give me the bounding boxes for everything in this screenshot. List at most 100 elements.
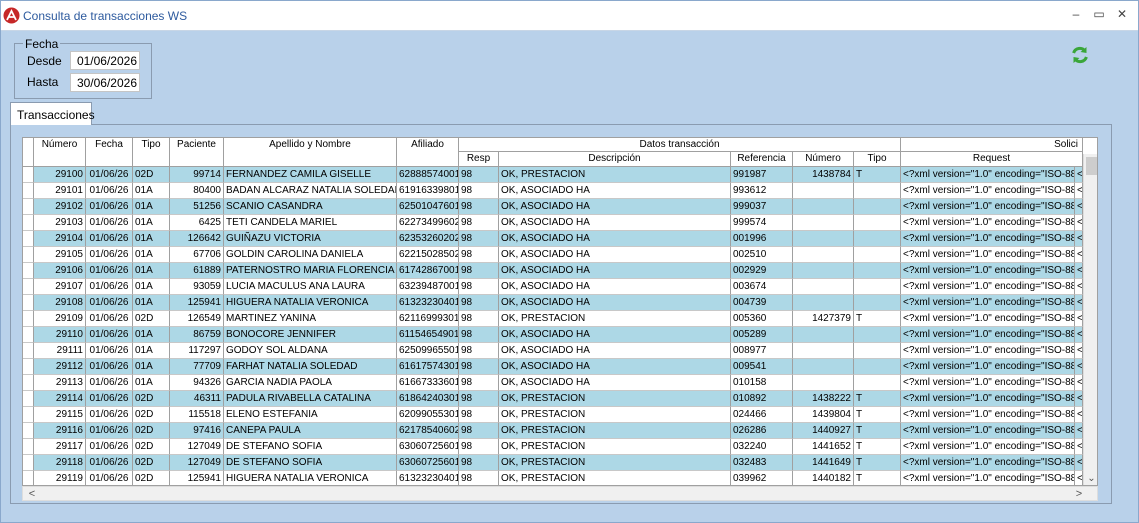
cell-resp[interactable]: 98 — [459, 215, 499, 231]
cell-afiliado[interactable]: 62215028502 — [397, 247, 459, 263]
cell-paciente[interactable]: 125941 — [170, 471, 224, 485]
cell-paciente[interactable]: 86759 — [170, 327, 224, 343]
cell-resp[interactable]: 98 — [459, 279, 499, 295]
cell-tipo-transaccion[interactable] — [854, 231, 901, 247]
cell-fecha[interactable]: 01/06/26 — [86, 215, 133, 231]
cell-numero-transaccion[interactable]: 1440927 — [793, 423, 854, 439]
cell-afiliado[interactable]: 61916339801 — [397, 183, 459, 199]
header-afiliado[interactable]: Afiliado — [397, 138, 459, 167]
cell-paciente[interactable]: 127049 — [170, 455, 224, 471]
cell-tipo-transaccion[interactable]: T — [854, 311, 901, 327]
header-descripcion[interactable]: Descripción — [499, 152, 731, 167]
row-indicator[interactable] — [23, 407, 34, 423]
row-indicator[interactable] — [23, 359, 34, 375]
cell-descripcion[interactable]: OK, PRESTACION — [499, 471, 731, 485]
cell-descripcion[interactable]: OK, PRESTACION — [499, 423, 731, 439]
cell-afiliado[interactable]: 63239487001 — [397, 279, 459, 295]
cell-tipo-transaccion[interactable] — [854, 215, 901, 231]
desde-input[interactable]: 01/06/2026 — [70, 51, 140, 70]
cell-referencia[interactable]: 999037 — [731, 199, 793, 215]
cell-numero[interactable]: 29109 — [34, 311, 86, 327]
cell-request[interactable]: <?xml version="1.0" encoding="ISO-8859 — [901, 199, 1075, 215]
cell-referencia[interactable]: 005360 — [731, 311, 793, 327]
cell-numero-transaccion[interactable] — [793, 295, 854, 311]
cell-request[interactable]: <?xml version="1.0" encoding="ISO-8859 — [901, 391, 1075, 407]
cell-paciente[interactable]: 51256 — [170, 199, 224, 215]
cell-resp[interactable]: 98 — [459, 167, 499, 183]
cell-resp[interactable]: 98 — [459, 375, 499, 391]
scroll-down-icon[interactable]: ⌄ — [1086, 473, 1097, 484]
cell-paciente[interactable]: 6425 — [170, 215, 224, 231]
cell-numero[interactable]: 29100 — [34, 167, 86, 183]
cell-afiliado[interactable]: 61154654901 — [397, 327, 459, 343]
cell-referencia[interactable]: 002510 — [731, 247, 793, 263]
cell-resp[interactable]: 98 — [459, 295, 499, 311]
cell-extra[interactable]: < — [1075, 439, 1083, 455]
cell-tipo[interactable]: 01A — [133, 327, 170, 343]
cell-paciente[interactable]: 125941 — [170, 295, 224, 311]
cell-referencia[interactable]: 004739 — [731, 295, 793, 311]
row-indicator[interactable] — [23, 343, 34, 359]
cell-numero-transaccion[interactable]: 1438222 — [793, 391, 854, 407]
cell-tipo[interactable]: 02D — [133, 407, 170, 423]
header-paciente[interactable]: Paciente — [170, 138, 224, 167]
cell-descripcion[interactable]: OK, ASOCIADO HA — [499, 247, 731, 263]
vertical-scrollbar[interactable]: ⌄ — [1083, 154, 1097, 485]
cell-tipo-transaccion[interactable] — [854, 247, 901, 263]
cell-paciente[interactable]: 94326 — [170, 375, 224, 391]
cell-apellido[interactable]: BONOCORE JENNIFER — [224, 327, 397, 343]
cell-numero-transaccion[interactable] — [793, 327, 854, 343]
cell-numero-transaccion[interactable] — [793, 183, 854, 199]
row-indicator[interactable] — [23, 391, 34, 407]
cell-afiliado[interactable]: 62353260202 — [397, 231, 459, 247]
tab-transacciones[interactable]: Transacciones — [10, 102, 95, 125]
cell-extra[interactable]: < — [1075, 327, 1083, 343]
cell-tipo-transaccion[interactable]: T — [854, 439, 901, 455]
cell-request[interactable]: <?xml version="1.0" encoding="ISO-8859 — [901, 215, 1075, 231]
cell-numero[interactable]: 29117 — [34, 439, 86, 455]
cell-afiliado[interactable]: 62501047601 — [397, 199, 459, 215]
header-request[interactable]: Request — [901, 152, 1083, 167]
cell-numero-transaccion[interactable] — [793, 375, 854, 391]
cell-tipo[interactable]: 01A — [133, 279, 170, 295]
cell-fecha[interactable]: 01/06/26 — [86, 375, 133, 391]
cell-resp[interactable]: 98 — [459, 407, 499, 423]
cell-numero-transaccion[interactable] — [793, 263, 854, 279]
cell-apellido[interactable]: GODOY SOL ALDANA — [224, 343, 397, 359]
cell-tipo-transaccion[interactable] — [854, 183, 901, 199]
cell-referencia[interactable]: 010158 — [731, 375, 793, 391]
cell-extra[interactable]: < — [1075, 231, 1083, 247]
row-indicator[interactable] — [23, 311, 34, 327]
cell-referencia[interactable]: 005289 — [731, 327, 793, 343]
cell-numero-transaccion[interactable] — [793, 247, 854, 263]
cell-afiliado[interactable]: 62509965501 — [397, 343, 459, 359]
header-fecha[interactable]: Fecha — [86, 138, 133, 167]
cell-numero[interactable]: 29110 — [34, 327, 86, 343]
cell-descripcion[interactable]: OK, ASOCIADO HA — [499, 295, 731, 311]
cell-resp[interactable]: 98 — [459, 439, 499, 455]
cell-paciente[interactable]: 127049 — [170, 439, 224, 455]
maximize-button[interactable]: ▭ — [1089, 6, 1109, 22]
cell-paciente[interactable]: 80400 — [170, 183, 224, 199]
cell-tipo[interactable]: 02D — [133, 439, 170, 455]
cell-numero-transaccion[interactable] — [793, 359, 854, 375]
row-indicator[interactable] — [23, 167, 34, 183]
cell-request[interactable]: <?xml version="1.0" encoding="ISO-8859 — [901, 231, 1075, 247]
cell-extra[interactable]: < — [1075, 279, 1083, 295]
cell-apellido[interactable]: DE STEFANO SOFIA — [224, 455, 397, 471]
cell-tipo[interactable]: 01A — [133, 359, 170, 375]
cell-fecha[interactable]: 01/06/26 — [86, 407, 133, 423]
cell-apellido[interactable]: PADULA RIVABELLA CATALINA — [224, 391, 397, 407]
cell-referencia[interactable]: 032240 — [731, 439, 793, 455]
cell-tipo-transaccion[interactable] — [854, 199, 901, 215]
cell-descripcion[interactable]: OK, PRESTACION — [499, 439, 731, 455]
cell-tipo[interactable]: 02D — [133, 391, 170, 407]
cell-referencia[interactable]: 026286 — [731, 423, 793, 439]
cell-request[interactable]: <?xml version="1.0" encoding="ISO-8859 — [901, 423, 1075, 439]
row-indicator[interactable] — [23, 471, 34, 485]
cell-paciente[interactable]: 77709 — [170, 359, 224, 375]
cell-numero[interactable]: 29112 — [34, 359, 86, 375]
cell-fecha[interactable]: 01/06/26 — [86, 423, 133, 439]
cell-apellido[interactable]: GOLDIN CAROLINA DANIELA — [224, 247, 397, 263]
cell-descripcion[interactable]: OK, ASOCIADO HA — [499, 199, 731, 215]
